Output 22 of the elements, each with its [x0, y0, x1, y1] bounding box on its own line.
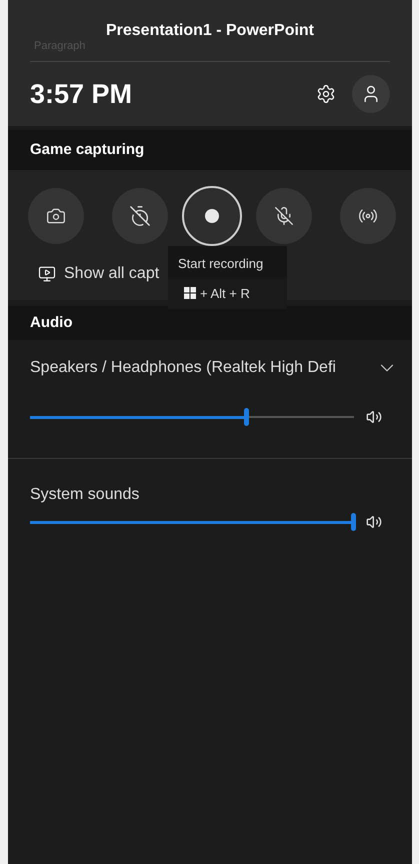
- section-title: Audio: [30, 312, 72, 333]
- shortcut-text: + Alt + R: [200, 284, 250, 302]
- slider-thumb[interactable]: [351, 513, 356, 531]
- section-title: Game capturing: [30, 140, 144, 160]
- window-title: Presentation1 - PowerPoint: [106, 20, 314, 40]
- volume-slider[interactable]: [30, 408, 354, 426]
- profile-button[interactable]: [352, 75, 390, 113]
- show-all-link[interactable]: Show all capt: [64, 262, 160, 286]
- gallery-icon: [38, 265, 56, 283]
- slider-thumb[interactable]: [244, 408, 250, 426]
- speaker-icon[interactable]: [366, 514, 382, 530]
- clock-time: 3:57 PM: [30, 78, 132, 111]
- speaker-icon[interactable]: [366, 409, 382, 425]
- tooltip-title: Start recording: [177, 255, 264, 273]
- audio-device-name: Speakers / Headphones (Realtek High Defi: [30, 358, 336, 378]
- channel-name: System sounds: [29, 485, 140, 505]
- mic-off-icon: [274, 206, 294, 226]
- volume-slider[interactable]: [30, 513, 354, 531]
- windows-logo-icon: [184, 287, 196, 300]
- settings-icon[interactable]: [316, 84, 336, 104]
- timer-off-icon: [129, 205, 151, 227]
- camera-icon: [46, 206, 66, 226]
